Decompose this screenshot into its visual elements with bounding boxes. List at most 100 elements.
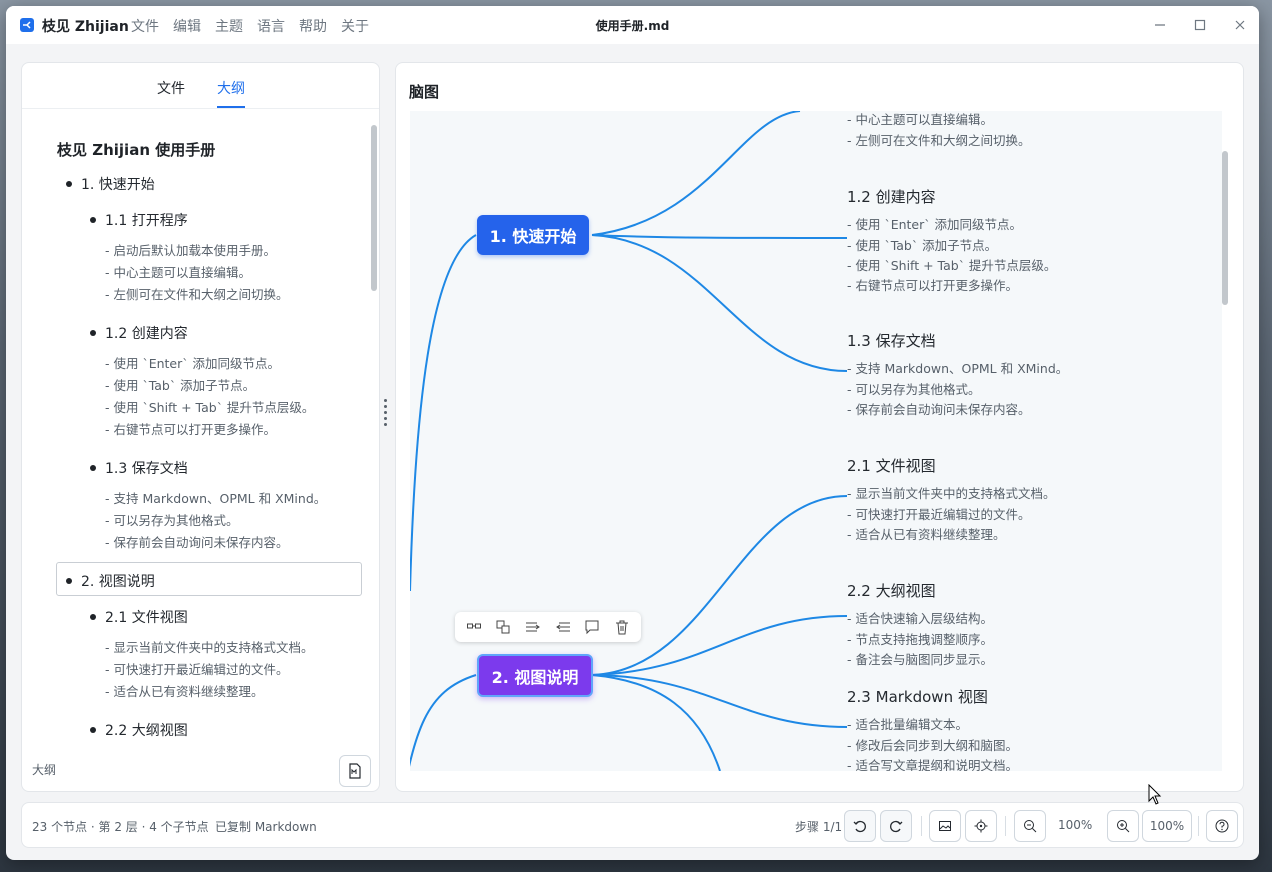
branch-note: - 使用 `Enter` 添加同级节点。 bbox=[847, 217, 1022, 232]
zoom-reset-button[interactable]: 100% bbox=[1142, 810, 1192, 842]
outdent-button[interactable] bbox=[551, 615, 575, 639]
export-image-button[interactable] bbox=[929, 810, 961, 842]
bullet-icon bbox=[90, 727, 96, 733]
mindmap-canvas[interactable]: - 中心主题可以直接编辑。 - 左侧可在文件和大纲之间切换。 1.2 创建内容 … bbox=[410, 111, 1222, 771]
zoom-out-button[interactable] bbox=[1014, 810, 1046, 842]
export-markdown-button[interactable] bbox=[339, 755, 371, 787]
footer-view-label: 大纲 bbox=[32, 763, 57, 777]
outline-item-section-1[interactable]: 1. 快速开始 bbox=[81, 174, 155, 194]
bullet-icon bbox=[90, 217, 96, 223]
branch-note: - 适合从已有资料继续整理。 bbox=[847, 527, 1006, 542]
branch-1-3[interactable]: 1.3 保存文档 bbox=[847, 330, 936, 351]
outline-item-section-2[interactable]: 2. 视图说明 bbox=[81, 571, 155, 591]
menu-help[interactable]: 帮助 bbox=[299, 16, 327, 36]
bullet-icon bbox=[90, 465, 96, 471]
center-view-button[interactable] bbox=[965, 810, 997, 842]
comment-button[interactable] bbox=[580, 615, 604, 639]
outline-tree: 枝见 Zhijian 使用手册 1. 快速开始 1.1 打开程序 - 启动后默认… bbox=[22, 109, 372, 749]
topic-node-2-selected[interactable]: 2. 视图说明 bbox=[477, 654, 593, 697]
maximize-icon bbox=[1194, 19, 1206, 31]
tab-outline[interactable]: 大纲 bbox=[217, 78, 245, 98]
node-info: 23 个节点 · 第 2 层 · 4 个子节点 bbox=[32, 820, 209, 834]
menu-bar: 文件 编辑 主题 语言 帮助 关于 bbox=[131, 16, 383, 36]
bullet-icon bbox=[66, 181, 72, 187]
markdown-file-icon bbox=[349, 763, 361, 779]
mouse-cursor-icon bbox=[1148, 784, 1162, 805]
sidebar-footer: 大纲 bbox=[22, 749, 379, 791]
menu-theme[interactable]: 主题 bbox=[215, 16, 243, 36]
indent-button[interactable] bbox=[521, 615, 545, 639]
maximize-button[interactable] bbox=[1190, 15, 1210, 35]
delete-button[interactable] bbox=[610, 615, 634, 639]
app-logo-icon bbox=[20, 18, 34, 32]
outline-note: - 可以另存为其他格式。 bbox=[105, 513, 239, 528]
branch-2-1[interactable]: 2.1 文件视图 bbox=[847, 455, 936, 476]
minimize-icon bbox=[1155, 24, 1165, 26]
panel-title: 脑图 bbox=[409, 83, 440, 101]
add-child-icon bbox=[496, 620, 510, 634]
outline-note: - 左侧可在文件和大纲之间切换。 bbox=[105, 287, 289, 302]
branch-2-2[interactable]: 2.2 大纲视图 bbox=[847, 580, 936, 601]
branch-note: - 显示当前文件夹中的支持格式文档。 bbox=[847, 486, 1056, 501]
outline-item-2-2[interactable]: 2.2 大纲视图 bbox=[105, 720, 188, 740]
canvas-vertical-scrollbar[interactable] bbox=[1222, 151, 1228, 305]
branch-note: - 支持 Markdown、OPML 和 XMind。 bbox=[847, 361, 1069, 376]
menu-file[interactable]: 文件 bbox=[131, 16, 159, 36]
close-button[interactable] bbox=[1230, 15, 1250, 35]
outline-scrollbar[interactable] bbox=[371, 125, 377, 291]
branch-note: - 保存前会自动询问未保存内容。 bbox=[847, 402, 1031, 417]
link-nodes-button[interactable] bbox=[462, 615, 486, 639]
mindmap-panel: 脑图 - 中心主题可以直接编辑。 - 左侧可在文件和大纲之间切换。 1.2 创建… bbox=[395, 62, 1244, 792]
trash-icon bbox=[616, 620, 629, 635]
branch-note: - 节点支持拖拽调整顺序。 bbox=[847, 632, 993, 647]
title-bar: 枝见 Zhijian 文件 编辑 主题 语言 帮助 关于 使用手册.md bbox=[6, 6, 1259, 44]
redo-button[interactable] bbox=[880, 810, 912, 842]
redo-icon bbox=[890, 820, 903, 833]
outline-item-1-3[interactable]: 1.3 保存文档 bbox=[105, 458, 188, 478]
topic-node-1[interactable]: 1. 快速开始 bbox=[477, 215, 589, 255]
branch-2-3[interactable]: 2.3 Markdown 视图 bbox=[847, 686, 988, 707]
undo-button[interactable] bbox=[844, 810, 876, 842]
outline-item-1-1[interactable]: 1.1 打开程序 bbox=[105, 210, 188, 230]
menu-about[interactable]: 关于 bbox=[341, 16, 369, 36]
outline-note: - 保存前会自动询问未保存内容。 bbox=[105, 535, 289, 550]
outline-note: - 启动后默认加载本使用手册。 bbox=[105, 243, 276, 258]
step-indicator: 步骤 1/1 bbox=[795, 820, 843, 834]
branch-note: - 右键节点可以打开更多操作。 bbox=[847, 278, 1018, 293]
outline-note: - 支持 Markdown、OPML 和 XMind。 bbox=[105, 491, 327, 506]
branch-note: - 左侧可在文件和大纲之间切换。 bbox=[847, 133, 1031, 148]
sidebar-tabs: 文件 大纲 bbox=[22, 63, 379, 109]
outline-title[interactable]: 枝见 Zhijian 使用手册 bbox=[57, 139, 215, 160]
outline-note: - 使用 `Tab` 添加子节点。 bbox=[105, 378, 256, 393]
branch-note: - 可快速打开最近编辑过的文件。 bbox=[847, 507, 1031, 522]
zoom-in-button[interactable] bbox=[1107, 810, 1139, 842]
link-nodes-icon bbox=[466, 623, 481, 629]
outline-note: - 右键节点可以打开更多操作。 bbox=[105, 422, 276, 437]
minimize-button[interactable] bbox=[1150, 15, 1170, 35]
branch-note: - 使用 `Shift + Tab` 提升节点层级。 bbox=[847, 258, 1057, 273]
active-tab-indicator bbox=[217, 106, 245, 108]
outline-note: - 使用 `Shift + Tab` 提升节点层级。 bbox=[105, 400, 315, 415]
indent-icon bbox=[526, 622, 541, 632]
outline-note: - 使用 `Enter` 添加同级节点。 bbox=[105, 356, 280, 371]
app-window: 枝见 Zhijian 文件 编辑 主题 语言 帮助 关于 使用手册.md 文件 … bbox=[6, 6, 1259, 860]
bullet-icon bbox=[90, 614, 96, 620]
menu-language[interactable]: 语言 bbox=[257, 16, 285, 36]
outline-note: - 中心主题可以直接编辑。 bbox=[105, 265, 251, 280]
divider bbox=[921, 816, 922, 836]
outline-item-1-2[interactable]: 1.2 创建内容 bbox=[105, 323, 188, 343]
branch-note: - 备注会与脑图同步显示。 bbox=[847, 652, 993, 667]
branch-note: - 使用 `Tab` 添加子节点。 bbox=[847, 238, 998, 253]
close-icon bbox=[1235, 20, 1245, 30]
app-name: 枝见 Zhijian bbox=[42, 19, 129, 35]
branch-note: - 可以另存为其他格式。 bbox=[847, 382, 981, 397]
outline-item-2-1[interactable]: 2.1 文件视图 bbox=[105, 607, 188, 627]
zoom-level: 100% bbox=[1058, 818, 1093, 832]
add-child-button[interactable] bbox=[491, 615, 515, 639]
panel-resize-handle[interactable] bbox=[384, 396, 388, 436]
status-bar: 23 个节点 · 第 2 层 · 4 个子节点 已复制 Markdown 步骤 … bbox=[21, 802, 1244, 848]
menu-edit[interactable]: 编辑 bbox=[173, 16, 201, 36]
branch-1-2[interactable]: 1.2 创建内容 bbox=[847, 186, 936, 207]
tab-files[interactable]: 文件 bbox=[157, 78, 185, 98]
help-button[interactable] bbox=[1206, 810, 1238, 842]
